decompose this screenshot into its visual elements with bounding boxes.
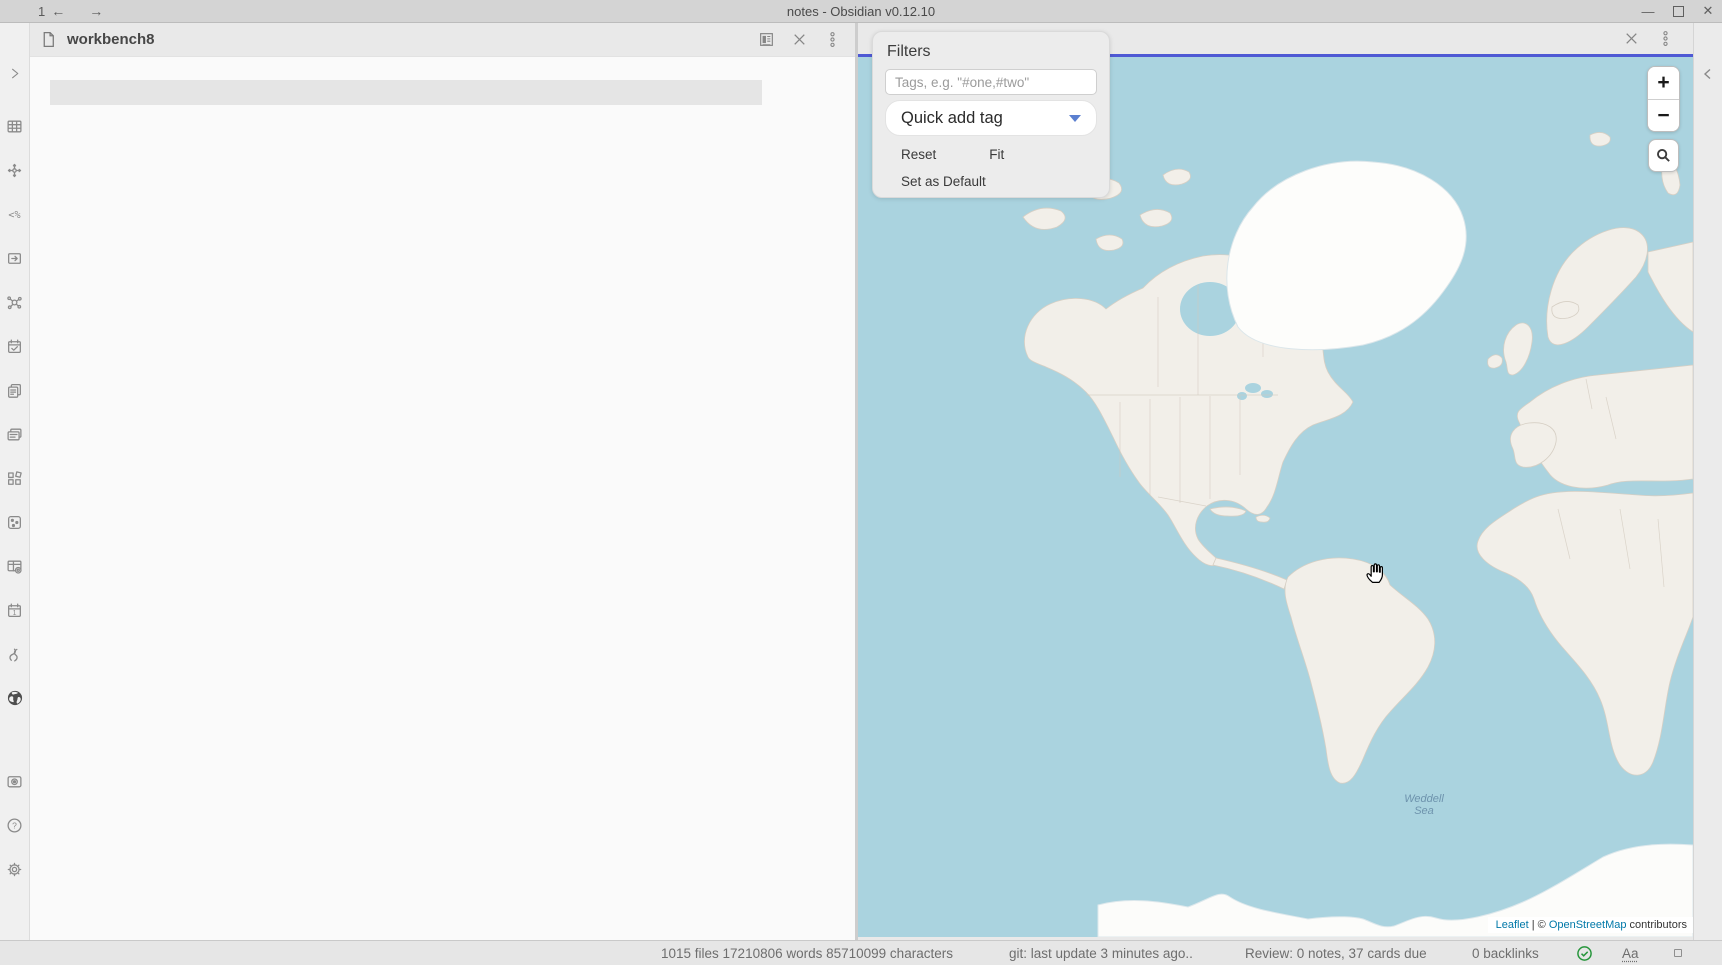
copy-note-icon[interactable]	[0, 368, 30, 412]
expand-sidebar-icon[interactable]	[0, 59, 30, 87]
dice-icon[interactable]	[0, 500, 30, 544]
search-icon	[1655, 147, 1672, 164]
obsidian-window: 1 ← → notes - Obsidian v0.12.10 — ✕ <% 1 …	[0, 0, 1722, 965]
daily-note-icon[interactable]: 1	[0, 588, 30, 632]
word-count-status: 1015 files 17210806 words 85710099 chara…	[661, 941, 953, 965]
map-pane: Weddell Sea + − Leaflet | © OpenStreetMa…	[858, 23, 1693, 940]
vault-switcher-icon[interactable]	[0, 759, 30, 803]
leaflet-link[interactable]: Leaflet	[1496, 919, 1529, 931]
left-ribbon: <% 1 ?	[0, 23, 30, 940]
graph-icon[interactable]	[0, 280, 30, 324]
tab-title[interactable]: workbench8	[67, 31, 155, 48]
maximize-icon	[1673, 6, 1684, 17]
reset-button[interactable]: Reset	[901, 147, 936, 162]
card-stack-icon[interactable]	[0, 412, 30, 456]
small-square-icon[interactable]	[1674, 941, 1682, 965]
right-sidebar-strip	[1693, 23, 1722, 940]
map-search-button[interactable]	[1648, 139, 1679, 172]
close-pane-icon[interactable]	[1620, 28, 1642, 50]
note-editor[interactable]	[30, 57, 855, 940]
templater-icon[interactable]: <%	[0, 192, 30, 236]
help-icon[interactable]: ?	[0, 803, 30, 847]
quick-add-tag-select[interactable]: Quick add tag	[885, 100, 1097, 136]
blocks-icon[interactable]	[0, 456, 30, 500]
git-status[interactable]: git: last update 3 minutes ago..	[1009, 941, 1193, 965]
more-options-icon[interactable]	[821, 29, 843, 51]
set-as-default-button[interactable]: Set as Default	[901, 174, 986, 189]
map-filters-panel: Filters Quick add tag Reset Fit Set as D…	[872, 31, 1110, 198]
table-icon[interactable]	[0, 104, 30, 148]
tags-filter-input[interactable]	[885, 69, 1097, 95]
calendar-check-icon[interactable]	[0, 324, 30, 368]
sync-ok-icon[interactable]	[1576, 941, 1593, 965]
zoom-in-button[interactable]: +	[1648, 67, 1679, 99]
map-attribution: Leaflet | © OpenStreetMap contributors	[1488, 917, 1693, 933]
close-pane-icon[interactable]	[788, 29, 810, 51]
presentation-icon[interactable]	[0, 236, 30, 280]
database-icon[interactable]	[0, 544, 30, 588]
backlinks-status[interactable]: 0 backlinks	[1472, 941, 1539, 965]
font-toggle-status[interactable]: Aa	[1622, 941, 1639, 965]
titlebar: 1 ← → notes - Obsidian v0.12.10 — ✕	[0, 0, 1722, 23]
settings-icon[interactable]	[0, 847, 30, 891]
pan-directions-icon[interactable]	[0, 148, 30, 192]
osm-link[interactable]: OpenStreetMap	[1549, 919, 1627, 931]
svg-text:?: ?	[12, 820, 17, 830]
map-globe-icon[interactable]	[0, 676, 30, 720]
window-title: notes - Obsidian v0.12.10	[0, 0, 1722, 22]
chevron-down-icon	[1069, 115, 1081, 122]
review-status[interactable]: Review: 0 notes, 37 cards due	[1245, 941, 1427, 965]
collapse-right-sidebar-icon[interactable]	[1697, 63, 1719, 85]
document-icon	[40, 31, 57, 48]
left-pane: workbench8	[30, 23, 855, 940]
filters-title: Filters	[887, 43, 1097, 61]
empty-line-highlight	[50, 80, 762, 105]
zoom-out-button[interactable]: −	[1648, 99, 1679, 131]
fit-button[interactable]: Fit	[989, 147, 1004, 162]
medal-ribbon-icon[interactable]	[0, 632, 30, 676]
statusbar: 1015 files 17210806 words 85710099 chara…	[0, 940, 1722, 965]
svg-text:<%: <%	[8, 210, 20, 221]
maximize-button[interactable]	[1670, 3, 1686, 19]
preview-toggle-icon[interactable]	[755, 29, 777, 51]
more-options-icon[interactable]	[1654, 28, 1676, 50]
map-zoom-control: + −	[1647, 66, 1680, 132]
close-window-button[interactable]: ✕	[1700, 3, 1716, 19]
left-pane-header: workbench8	[30, 23, 855, 57]
minimize-button[interactable]: —	[1640, 3, 1656, 19]
svg-text:1: 1	[13, 610, 17, 617]
